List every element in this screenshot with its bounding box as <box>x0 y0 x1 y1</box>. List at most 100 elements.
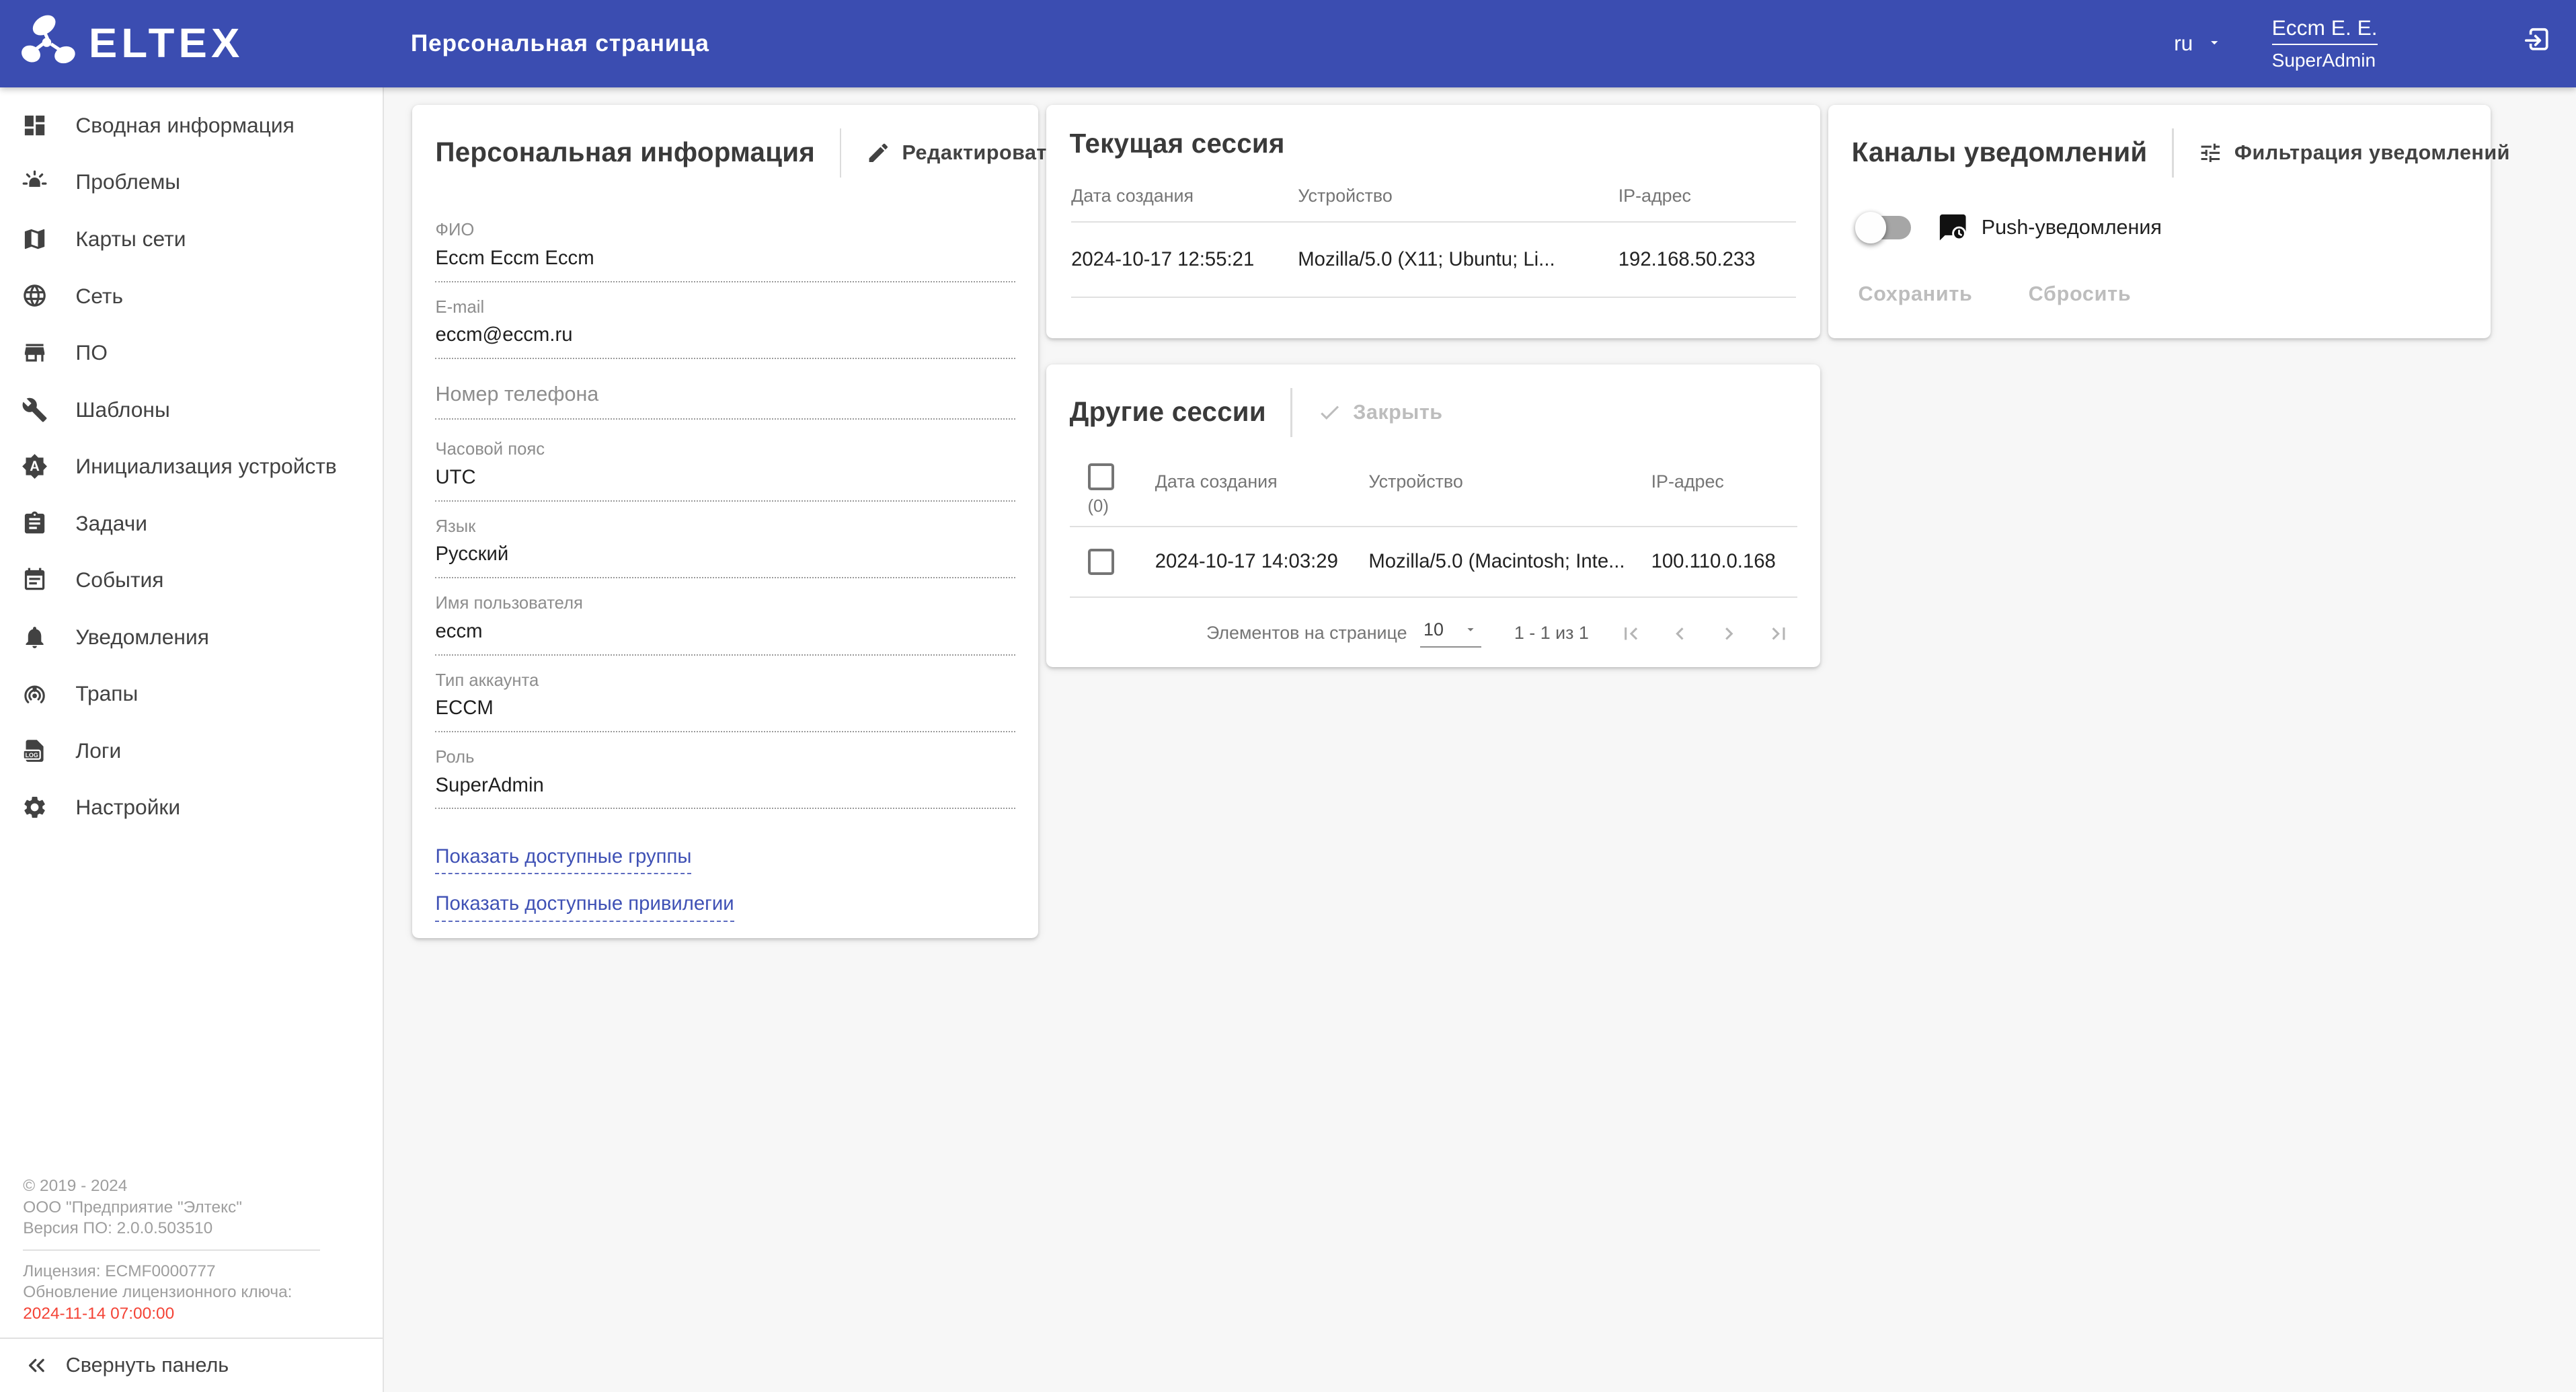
push-notification-icon <box>1937 212 1968 243</box>
pagination: Элементов на странице 10 1 - 1 из 1 <box>1076 619 1791 648</box>
header-divider <box>2172 128 2173 178</box>
log-file-icon: LOG <box>22 738 48 764</box>
field-account-type: Тип аккаунта ECCM <box>435 670 1015 732</box>
license-update-date: 2024-11-14 07:00:00 <box>23 1303 383 1325</box>
bell-icon <box>22 624 48 650</box>
sidebar-item-notifications[interactable]: Уведомления <box>0 609 383 666</box>
globe-icon <box>22 282 48 309</box>
sidebar-item-events[interactable]: События <box>0 551 383 609</box>
eccm-personal-page: ELTEX Персональная страница ru Eccm E. E… <box>0 0 2576 1392</box>
other-sessions-table-header: (0) Дата создания Устройство IP-адрес <box>1070 463 1797 527</box>
items-per-page-select[interactable]: 10 <box>1420 619 1481 648</box>
sidebar-item-label: Сводная информация <box>75 113 294 138</box>
other-sessions-title: Другие сессии <box>1070 397 1266 428</box>
sidebar-item-device-init[interactable]: Инициализация устройств <box>0 438 383 495</box>
last-page-button[interactable] <box>1766 621 1791 646</box>
sidebar-item-software[interactable]: ПО <box>0 324 383 381</box>
header-divider <box>840 128 841 178</box>
sidebar-item-network[interactable]: Сеть <box>0 268 383 325</box>
copyright-block: © 2019 - 2024 ООО "Предприятие "Элтекс" … <box>23 1175 383 1239</box>
session-device: Mozilla/5.0 (X11; Ubuntu; Li... <box>1298 248 1618 271</box>
sidebar-item-logs[interactable]: LOG Логи <box>0 722 383 779</box>
license-block: Лицензия: ECMF0000777 Обновление лицензи… <box>23 1261 383 1325</box>
sidebar-item-summary[interactable]: Сводная информация <box>0 97 383 154</box>
sidebar-item-label: Карты сети <box>75 227 186 252</box>
field-fio: ФИО Eccm Eccm Eccm <box>435 220 1015 282</box>
collapse-panel-button[interactable]: Свернуть панель <box>0 1338 383 1391</box>
wrench-icon <box>22 397 48 423</box>
field-phone: Номер телефона <box>435 381 1015 420</box>
reset-button[interactable]: Сбросить <box>2029 282 2132 306</box>
sidebar-item-label: Настройки <box>75 795 180 820</box>
pencil-icon <box>866 141 891 165</box>
header-divider <box>1290 388 1292 437</box>
sidebar-item-network-maps[interactable]: Карты сети <box>0 210 383 268</box>
prev-page-button[interactable] <box>1668 621 1692 646</box>
selected-count: (0) <box>1088 497 1155 516</box>
edit-button[interactable]: Редактировать <box>866 141 1060 165</box>
col-created: Дата создания <box>1071 186 1298 206</box>
pagination-nav <box>1618 621 1791 646</box>
footer-divider <box>23 1249 320 1251</box>
user-menu-link[interactable]: Eccm E. E. SuperAdmin <box>2272 15 2378 71</box>
show-privileges-link[interactable]: Показать доступные привилегии <box>435 892 734 921</box>
session-created: 2024-10-17 14:03:29 <box>1155 550 1369 573</box>
items-per-page-value: 10 <box>1423 619 1444 640</box>
sidebar-item-label: Логи <box>75 738 121 763</box>
other-sessions-header: Другие сессии Закрыть <box>1070 388 1797 437</box>
dashboard-icon <box>22 112 48 139</box>
current-session-table-header: Дата создания Устройство IP-адрес <box>1071 186 1796 223</box>
field-role: Роль SuperAdmin <box>435 747 1015 809</box>
row-checkbox[interactable] <box>1088 549 1115 576</box>
collapse-panel-label: Свернуть панель <box>66 1354 229 1377</box>
sidebar-item-traps[interactable]: Трапы <box>0 665 383 722</box>
col-ip: IP-адрес <box>1618 186 1796 206</box>
close-sessions-label: Закрыть <box>1353 401 1442 424</box>
close-sessions-button[interactable]: Закрыть <box>1317 400 1443 425</box>
eltex-molecule-icon <box>19 12 79 75</box>
license-update-label: Обновление лицензионного ключа: <box>23 1282 383 1303</box>
push-label: Push-уведомления <box>1982 216 2162 239</box>
other-sessions-card: Другие сессии Закрыть (0) Дата создания … <box>1046 364 1820 667</box>
col-ip: IP-адрес <box>1651 463 1797 492</box>
alarm-icon <box>22 169 48 195</box>
sidebar-item-label: Трапы <box>75 681 138 706</box>
current-session-card: Текущая сессия Дата создания Устройство … <box>1046 105 1820 338</box>
show-groups-link[interactable]: Показать доступные группы <box>435 845 691 874</box>
col-created: Дата создания <box>1155 463 1369 492</box>
first-page-button[interactable] <box>1618 621 1643 646</box>
push-toggle[interactable] <box>1855 212 1913 243</box>
save-button[interactable]: Сохранить <box>1858 282 1972 306</box>
field-username: Имя пользователя eccm <box>435 593 1015 655</box>
chevron-down-icon <box>2206 31 2222 56</box>
next-page-button[interactable] <box>1717 621 1742 646</box>
brand-text: ELTEX <box>89 20 244 67</box>
language-select[interactable]: ru <box>2164 22 2232 66</box>
sidebar-item-templates[interactable]: Шаблоны <box>0 381 383 438</box>
session-ip: 100.110.0.168 <box>1651 550 1797 573</box>
col-device: Устройство <box>1368 463 1651 492</box>
channels-actions: Сохранить Сбросить <box>1858 282 2491 306</box>
eltex-logo[interactable]: ELTEX <box>19 12 243 75</box>
items-per-page-label: Элементов на странице <box>1206 623 1407 644</box>
sidebar-item-tasks[interactable]: Задачи <box>0 495 383 552</box>
current-session-title: Текущая сессия <box>1070 128 1285 159</box>
personal-fields: ФИО Eccm Eccm Eccm E-mail eccm@eccm.ru Н… <box>435 220 1015 809</box>
session-ip: 192.168.50.233 <box>1618 248 1796 271</box>
copyright: © 2019 - 2024 <box>23 1175 383 1197</box>
field-timezone: Часовой пояс UTC <box>435 439 1015 501</box>
sidebar-item-settings[interactable]: Настройки <box>0 779 383 837</box>
caret-down-icon <box>1463 622 1478 637</box>
topbar-right: ru Eccm E. E. SuperAdmin <box>2164 15 2576 71</box>
sidebar-item-label: ПО <box>75 340 108 365</box>
select-all-checkbox[interactable] <box>1088 463 1115 490</box>
user-name: Eccm E. E. <box>2272 15 2378 45</box>
current-session-header: Текущая сессия <box>1070 128 1797 159</box>
license-number: Лицензия: ECMF0000777 <box>23 1261 383 1282</box>
sidebar-item-problems[interactable]: Проблемы <box>0 154 383 211</box>
table-row: 2024-10-17 14:03:29 Mozilla/5.0 (Macinto… <box>1070 527 1797 598</box>
personal-info-card: Персональная информация Редактировать ФИ… <box>412 105 1038 938</box>
filter-notifications-button[interactable]: Фильтрация уведомлений <box>2198 141 2510 165</box>
push-toggle-row: Push-уведомления <box>1855 212 2465 243</box>
logout-button[interactable] <box>2522 25 2553 63</box>
